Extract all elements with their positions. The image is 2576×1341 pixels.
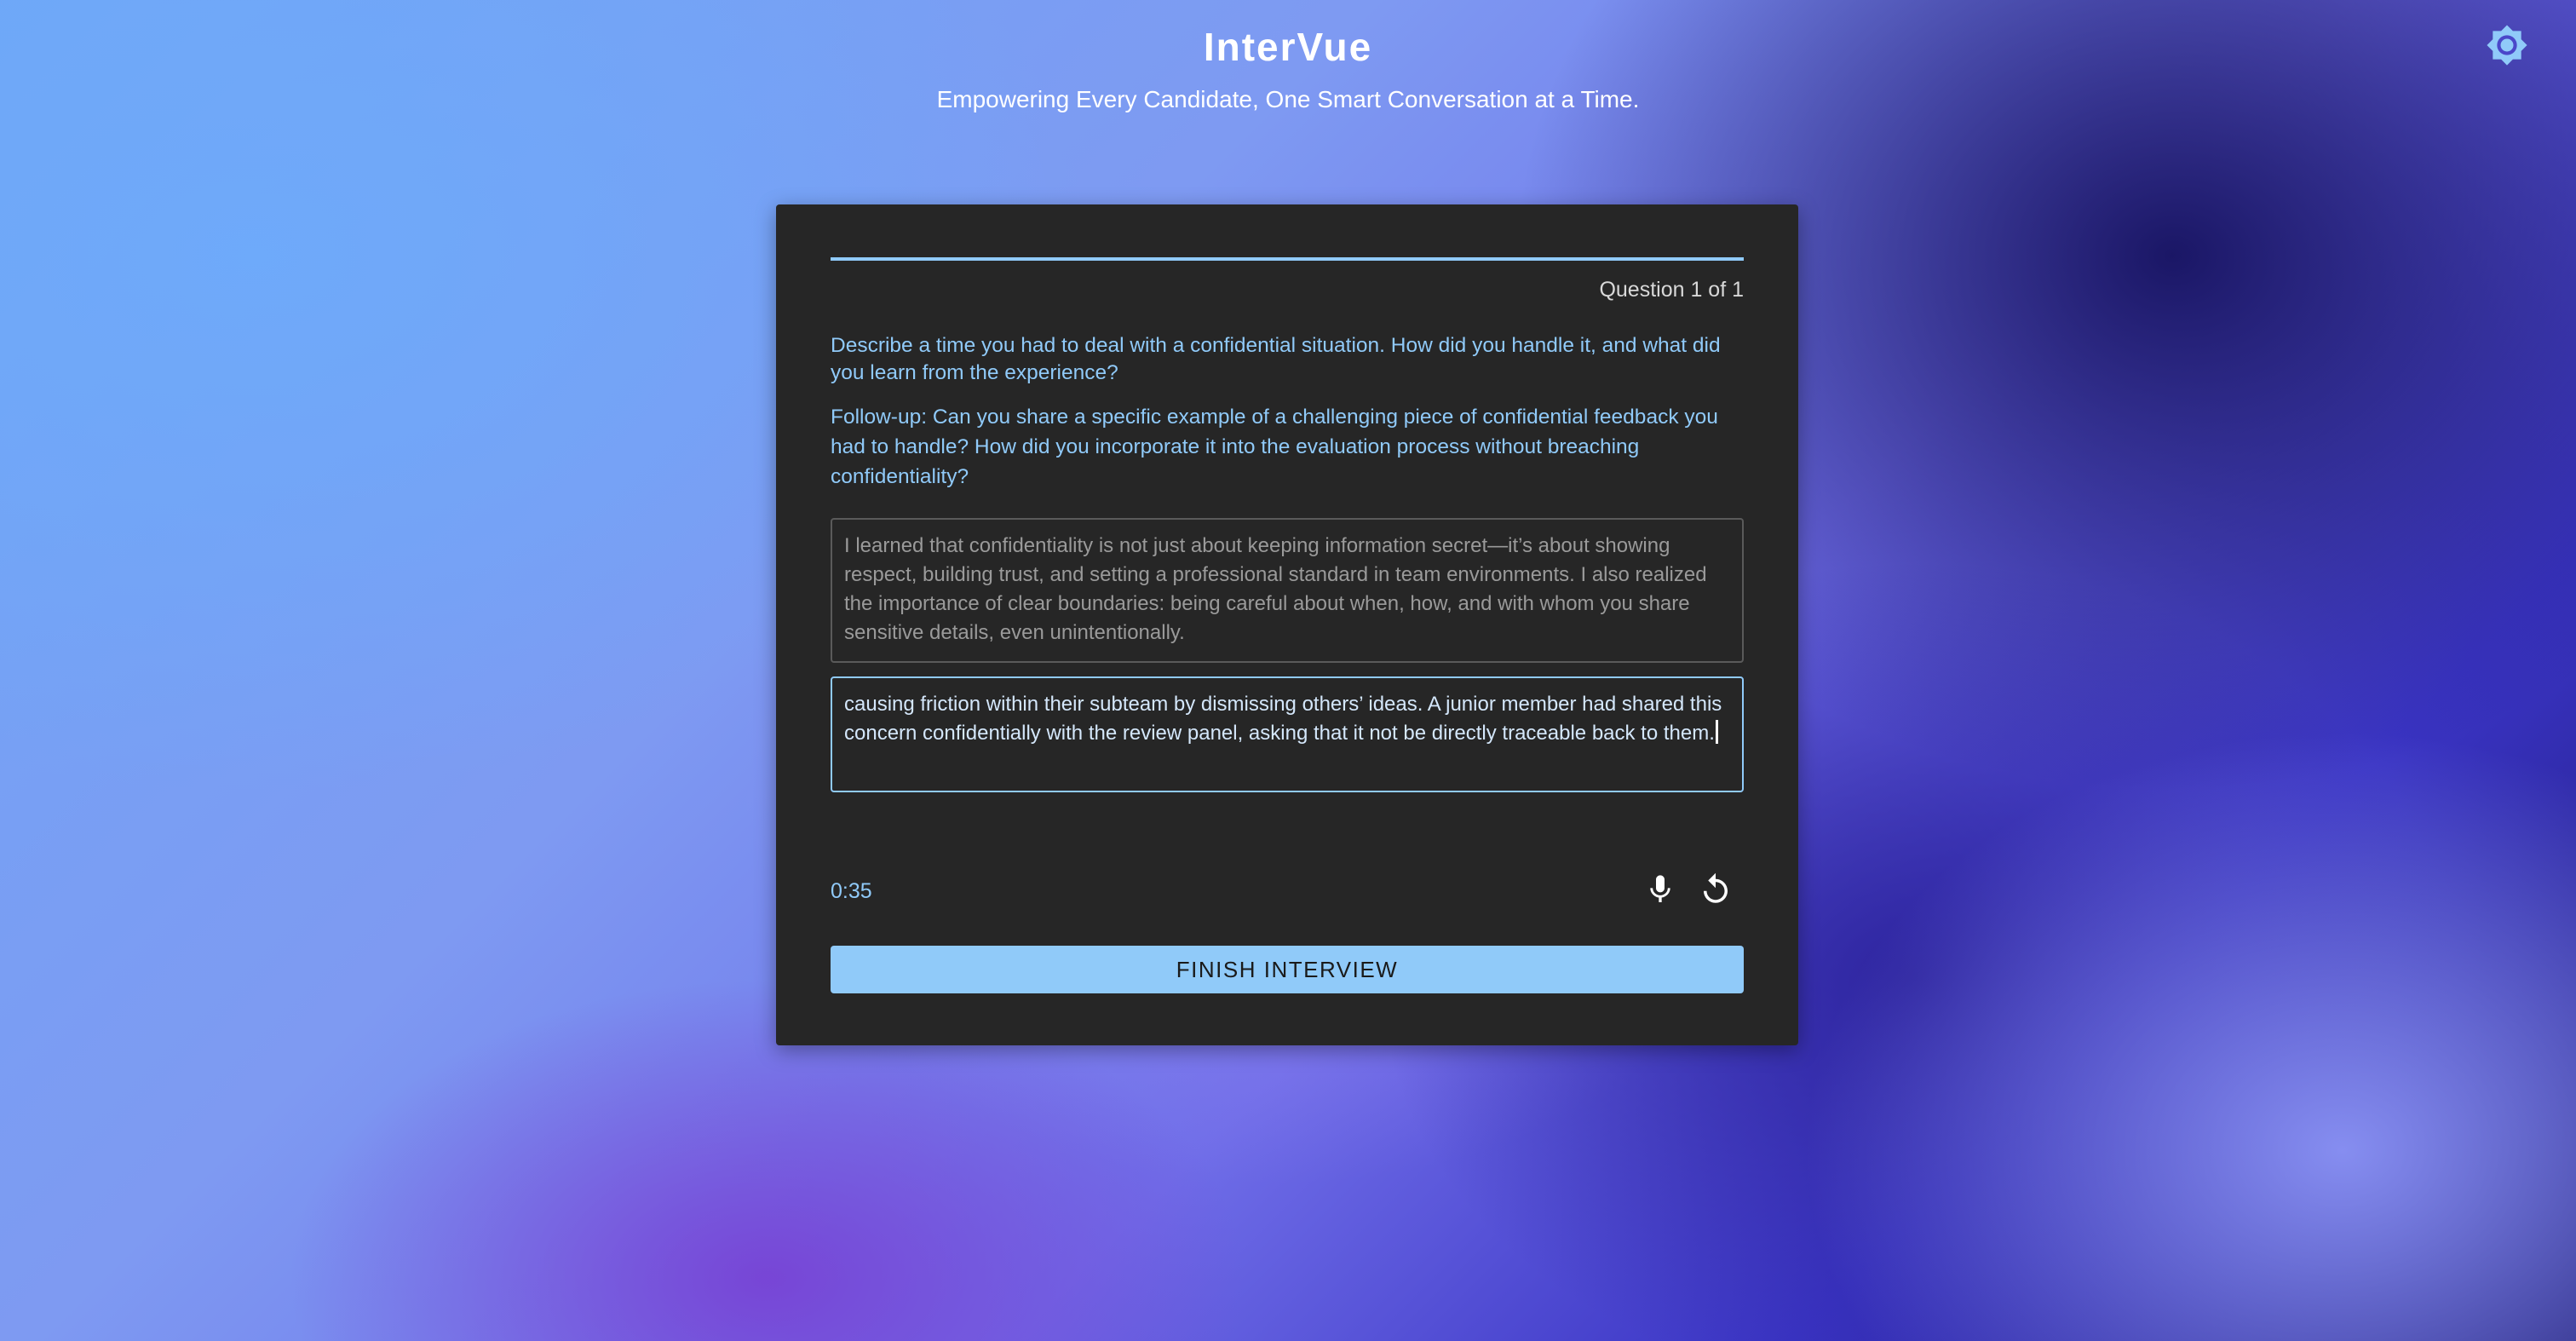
microphone-button[interactable]	[1638, 867, 1682, 912]
answer-input[interactable]: causing friction within their subteam by…	[831, 676, 1744, 792]
restart-icon	[1704, 872, 1728, 903]
finish-interview-button[interactable]: FINISH INTERVIEW	[831, 946, 1744, 993]
text-caret	[1715, 720, 1718, 744]
question-text: Describe a time you had to deal with a c…	[831, 334, 1721, 384]
restart-button[interactable]	[1693, 867, 1738, 912]
previous-answer-text: I learned that confidentiality is not ju…	[844, 534, 1707, 644]
app-subtitle: Empowering Every Candidate, One Smart Co…	[936, 86, 1640, 112]
previous-answer-field[interactable]: I learned that confidentiality is not ju…	[831, 518, 1744, 663]
progress-fill	[831, 257, 1744, 261]
interview-card: Question 1 of 1 Describe a time you had …	[776, 204, 1798, 1045]
followup-question-text: Follow-up: Can you share a specific exam…	[831, 406, 1718, 488]
question-counter: Question 1 of 1	[1599, 278, 1744, 302]
answer-timer: 0:35	[831, 879, 872, 903]
theme-toggle-button[interactable]	[2486, 24, 2528, 66]
answer-input-text: causing friction within their subteam by…	[844, 693, 1722, 745]
app-title: InterVue	[1203, 25, 1373, 69]
question-progress-bar	[831, 257, 1744, 261]
microphone-icon	[1650, 875, 1670, 902]
brightness-gear-icon	[2487, 25, 2527, 66]
